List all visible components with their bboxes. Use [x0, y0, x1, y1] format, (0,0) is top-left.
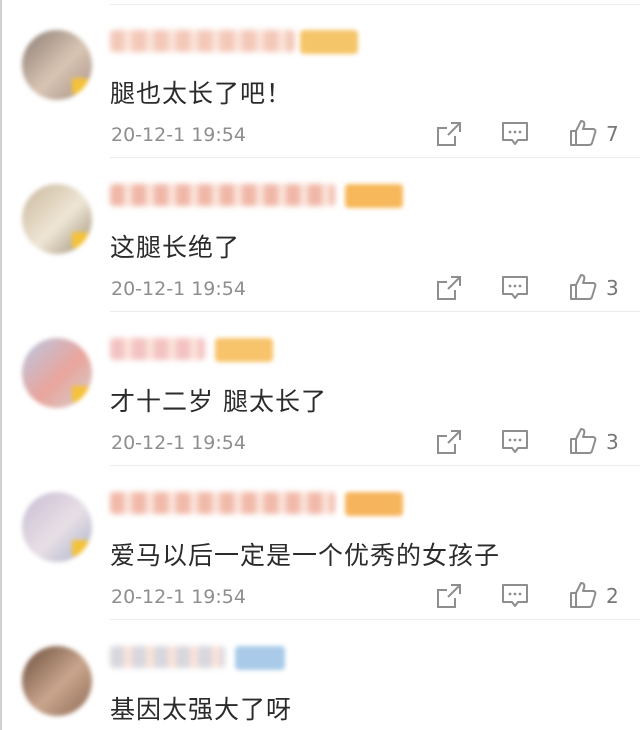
comment-icon[interactable]: [500, 582, 530, 614]
verified-badge-icon: [72, 386, 88, 402]
avatar[interactable]: [22, 338, 92, 408]
user-level-badge: [215, 338, 273, 362]
comment-item: 爱马以后一定是一个优秀的女孩子 20-12-1 19:54 2: [0, 466, 640, 620]
comment-item: 这腿长绝了 20-12-1 19:54 3: [0, 158, 640, 312]
comment-text: 腿也太长了吧！: [110, 79, 293, 108]
thumbs-up-icon: [570, 428, 597, 454]
comment-time: 20-12-1 19:54: [111, 124, 246, 146]
comment-item: 腿也太长了吧！ 20-12-1 19:54 7: [0, 4, 640, 158]
user-level-badge: [235, 646, 285, 670]
thumbs-up-icon: [570, 120, 597, 146]
like-count: 3: [606, 276, 619, 300]
username[interactable]: [110, 30, 295, 52]
comment-time: 20-12-1 19:54: [111, 586, 246, 608]
comment-time: 20-12-1 19:54: [111, 278, 246, 300]
user-level-badge: [345, 492, 403, 516]
username[interactable]: [110, 338, 205, 360]
like-count: 3: [606, 430, 619, 454]
comment-item: 基因太强大了呀: [0, 620, 640, 730]
comment-icon[interactable]: [500, 120, 530, 152]
comment-time: 20-12-1 19:54: [111, 432, 246, 454]
comment-text: 才十二岁 腿太长了: [110, 387, 327, 416]
verified-badge-icon: [72, 232, 88, 248]
username[interactable]: [110, 646, 225, 668]
verified-badge-icon: [72, 540, 88, 556]
comment-text: 爱马以后一定是一个优秀的女孩子: [110, 541, 501, 570]
comment-text: 这腿长绝了: [110, 233, 241, 262]
thumbs-up-icon: [570, 582, 597, 608]
like-count: 7: [606, 122, 619, 146]
comment-icon[interactable]: [500, 428, 530, 460]
share-icon[interactable]: [435, 120, 463, 152]
user-level-badge: [345, 184, 403, 208]
share-icon[interactable]: [435, 428, 463, 460]
avatar[interactable]: [22, 184, 92, 254]
share-icon[interactable]: [435, 582, 463, 614]
avatar[interactable]: [22, 30, 92, 100]
user-level-badge: [300, 30, 358, 54]
comment-icon[interactable]: [500, 274, 530, 306]
avatar[interactable]: [22, 492, 92, 562]
verified-badge-icon: [72, 78, 88, 94]
username[interactable]: [110, 184, 335, 206]
avatar[interactable]: [22, 646, 92, 716]
comment-item: 才十二岁 腿太长了 20-12-1 19:54 3: [0, 312, 640, 466]
share-icon[interactable]: [435, 274, 463, 306]
like-count: 2: [606, 584, 619, 608]
username[interactable]: [110, 492, 335, 514]
thumbs-up-icon: [570, 274, 597, 300]
comment-text: 基因太强大了呀: [110, 695, 293, 724]
